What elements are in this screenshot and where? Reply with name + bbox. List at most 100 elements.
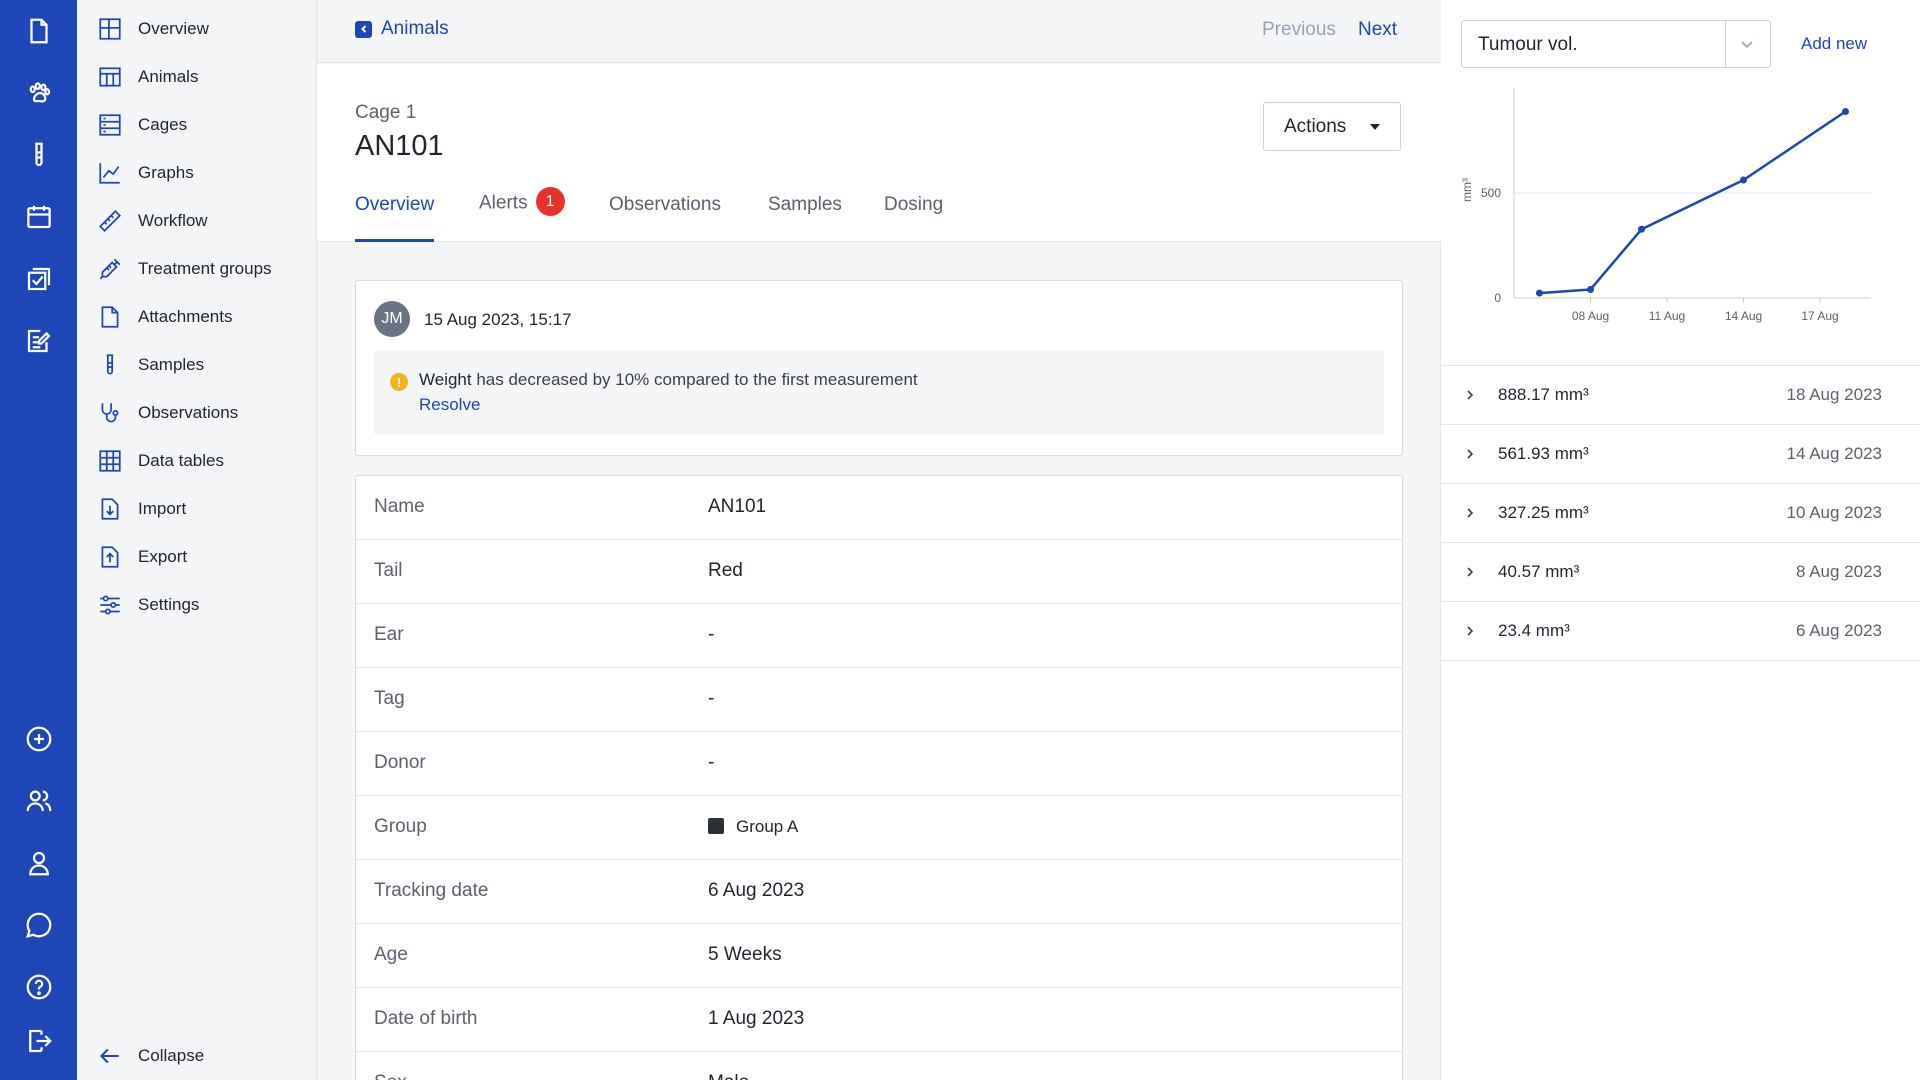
detail-label: Donor [374, 752, 426, 773]
measurement-row[interactable]: 888.17 mm³ 18 Aug 2023 [1441, 366, 1920, 425]
details-table: Name AN101 Tail Red Ear - Tag - Donor - Group… [355, 475, 1403, 1080]
alert-message: Weight has decreased by 10% compared to … [419, 370, 918, 390]
alert-card: JM 15 Aug 2023, 15:17 ! Weight has decre… [355, 280, 1403, 456]
sidebar-item-overview[interactable]: Overview [97, 11, 307, 47]
alert-timestamp: 15 Aug 2023, 15:17 [424, 310, 572, 329]
x-tick-label: 14 Aug [1725, 309, 1762, 323]
detail-value: - [708, 752, 715, 773]
detail-row-sex: Sex Male [356, 1052, 1402, 1080]
tab-observations[interactable]: Observations [609, 194, 721, 242]
logout-icon[interactable] [0, 1019, 77, 1063]
detail-label: Tracking date [374, 880, 489, 901]
metric-select-value: Tumour vol. [1478, 34, 1578, 55]
measurement-value: 561.93 mm³ [1498, 444, 1589, 463]
tab-label: Overview [355, 194, 435, 215]
actions-dropdown-button[interactable]: Actions [1263, 102, 1401, 151]
sidebar-item-label: Attachments [138, 307, 233, 326]
sidebar-item-data-tables[interactable]: Data tables [97, 443, 307, 479]
alert-text: has decreased by 10% compared to the fir… [471, 370, 918, 389]
group-color-swatch [708, 818, 724, 834]
sidebar-item-workflow[interactable]: Workflow [97, 203, 307, 239]
sidebar-item-graphs[interactable]: Graphs [97, 155, 307, 191]
detail-label: Ear [374, 624, 404, 645]
sidebar-item-label: Data tables [138, 451, 224, 470]
sidebar-item-settings[interactable]: Settings [97, 587, 307, 623]
group-name: Group A [736, 817, 799, 836]
sidebar-item-label: Import [138, 499, 187, 518]
chevron-down-icon [1741, 41, 1753, 49]
tab-label: Observations [609, 194, 721, 215]
sliders-icon [100, 595, 120, 615]
sidebar-item-samples[interactable]: Samples [97, 347, 307, 383]
sidebar-item-observations[interactable]: Observations [97, 395, 307, 431]
sidebar-item-treatment-groups[interactable]: Treatment groups [97, 251, 307, 287]
tab-samples[interactable]: Samples [768, 194, 842, 242]
users-icon[interactable] [0, 779, 77, 823]
sidebar-item-label: Samples [138, 355, 205, 374]
measurement-value: 23.4 mm³ [1498, 621, 1570, 640]
help-icon[interactable] [0, 965, 77, 1009]
previous-link[interactable]: Previous [1262, 19, 1336, 41]
measurement-value: 888.17 mm³ [1498, 385, 1589, 404]
plus-circle-icon[interactable] [0, 717, 77, 761]
test-tube-icon [106, 354, 114, 375]
next-link[interactable]: Next [1358, 19, 1397, 41]
chevron-right-icon [1467, 508, 1474, 518]
detail-row-tail: Tail Red [356, 540, 1402, 604]
measurement-row[interactable]: 40.57 mm³ 8 Aug 2023 [1441, 543, 1920, 602]
detail-row-tracking-date: Tracking date 6 Aug 2023 [356, 860, 1402, 924]
measurement-row[interactable]: 23.4 mm³ 6 Aug 2023 [1441, 602, 1920, 661]
measurements-panel: Tumour vol. Add new 0 500 mm³ 08 Aug 11 Aug 1… [1441, 0, 1920, 1080]
line-chart-icon [99, 163, 120, 184]
chevron-left-icon [355, 20, 372, 38]
arrow-left-icon [99, 1048, 119, 1064]
add-new-link[interactable]: Add new [1801, 34, 1867, 54]
warning-icon: ! [390, 373, 408, 391]
test-tube-icon[interactable] [0, 133, 77, 177]
detail-value: 1 Aug 2023 [708, 1008, 805, 1029]
data-point [1638, 225, 1645, 233]
metric-select[interactable]: Tumour vol. [1461, 20, 1771, 68]
detail-row-age: Age 5 Weeks [356, 924, 1402, 988]
tab-label: Samples [768, 194, 842, 215]
actions-label: Actions [1284, 115, 1347, 137]
edit-note-icon[interactable] [0, 319, 77, 363]
tab-overview[interactable]: Overview [355, 194, 435, 242]
measurement-row[interactable]: 561.93 mm³ 14 Aug 2023 [1441, 425, 1920, 484]
back-to-animals-link[interactable]: Animals [355, 18, 449, 40]
calendar-icon[interactable] [0, 195, 77, 239]
measurement-row[interactable]: 327.25 mm³ 10 Aug 2023 [1441, 484, 1920, 543]
layout-icon [99, 18, 121, 40]
detail-row-name: Name AN101 [356, 476, 1402, 540]
sidebar-item-import[interactable]: Import [97, 491, 307, 527]
sidebar-item-label: Treatment groups [138, 259, 272, 278]
tumour-volume-chart: 0 500 mm³ 08 Aug 11 Aug 14 Aug 17 Aug [1460, 88, 1871, 323]
sidebar-item-cages[interactable]: Cages [97, 107, 307, 143]
avatar: JM [374, 301, 410, 337]
document-icon[interactable] [0, 9, 77, 53]
sidebar-item-export[interactable]: Export [97, 539, 307, 575]
checklist-icon[interactable] [0, 257, 77, 301]
paw-icon[interactable] [0, 71, 77, 115]
tab-alerts[interactable]: Alerts 1 [479, 187, 565, 237]
alert-count-badge: 1 [535, 187, 565, 216]
collapse-button[interactable]: Collapse [97, 1038, 307, 1074]
sidebar-item-attachments[interactable]: Attachments [97, 299, 307, 335]
resolve-link[interactable]: Resolve [419, 395, 480, 415]
chevron-right-icon [1467, 449, 1474, 459]
y-axis-label: mm³ [1460, 178, 1474, 202]
sidebar-item-label: Workflow [138, 211, 208, 230]
user-icon[interactable] [0, 841, 77, 885]
file-icon [101, 306, 119, 328]
x-tick-label: 11 Aug [1649, 309, 1685, 323]
detail-label: Tag [374, 688, 405, 709]
sidebar-item-label: Export [138, 547, 188, 566]
tab-dosing[interactable]: Dosing [884, 194, 943, 242]
measurement-value: 327.25 mm³ [1498, 503, 1589, 522]
chat-icon[interactable] [0, 903, 77, 947]
sidebar-item-animals[interactable]: Animals [97, 59, 307, 95]
measurement-date: 18 Aug 2023 [1786, 385, 1882, 404]
export-icon [101, 546, 119, 568]
detail-label: Group [374, 816, 427, 837]
sidebar-item-label: Graphs [138, 163, 194, 182]
